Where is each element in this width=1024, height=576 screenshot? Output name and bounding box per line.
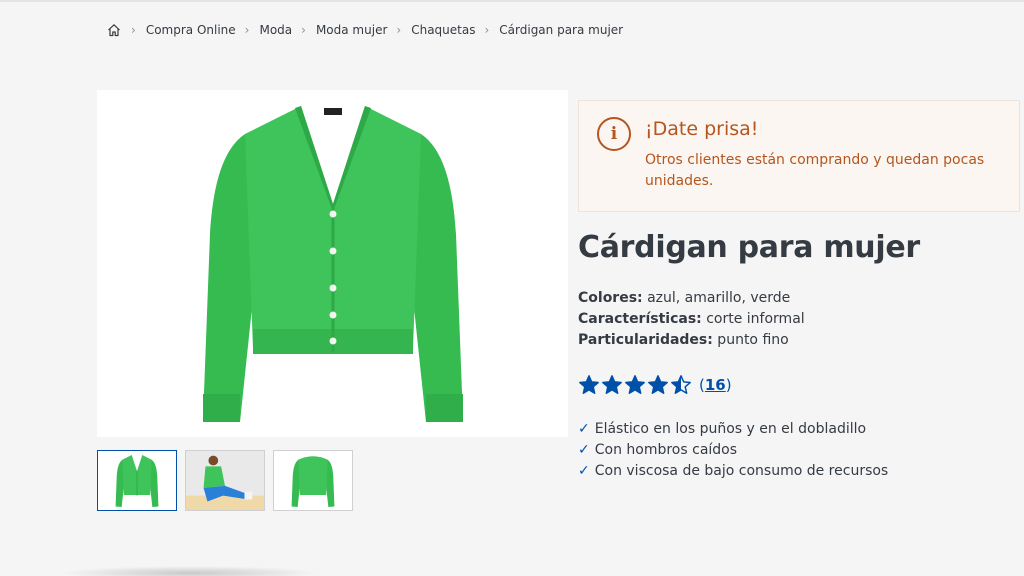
breadcrumb-moda[interactable]: Moda: [259, 23, 292, 37]
page-title: Cárdigan para mujer: [578, 230, 920, 265]
hurry-title: ¡Date prisa!: [645, 118, 759, 140]
product-main-image[interactable]: [97, 90, 568, 437]
review-count-link[interactable]: 16: [705, 376, 726, 394]
star-icon: [602, 375, 622, 394]
review-count[interactable]: (16): [699, 376, 732, 394]
check-icon: ✓: [578, 421, 590, 437]
breadcrumb-separator: ›: [301, 23, 306, 37]
feature-item: ✓ Elástico en los puños y en el dobladill…: [578, 419, 888, 440]
star-icon: [579, 375, 599, 394]
cardigan-thumb-image: [115, 454, 159, 507]
attribute-key: Particularidades:: [578, 332, 713, 348]
home-icon[interactable]: [106, 22, 122, 38]
star-icon: [671, 375, 691, 394]
attribute-value: punto fino: [712, 332, 789, 348]
star-icon: [625, 375, 645, 394]
thumbnail-1[interactable]: [97, 450, 177, 511]
thumbnail-2[interactable]: [185, 450, 265, 511]
rating-stars[interactable]: [578, 374, 693, 396]
breadcrumb: › Compra Online › Moda › Moda mujer › Ch…: [106, 22, 623, 38]
check-icon: ✓: [578, 442, 590, 458]
thumbnail-strip: [97, 450, 353, 511]
star-icon: [648, 375, 668, 394]
feature-text: Con hombros caídos: [594, 442, 738, 458]
breadcrumb-current: Cárdigan para mujer: [499, 23, 624, 37]
hurry-text: Otros clientes están comprando y quedan …: [645, 152, 985, 189]
breadcrumb-moda-mujer[interactable]: Moda mujer: [316, 23, 387, 37]
feature-item: ✓ Con hombros caídos: [578, 440, 888, 461]
feature-text: Elástico en los puños y en el dobladillo: [594, 421, 867, 437]
cardigan-image: [202, 105, 463, 422]
info-icon: i: [597, 117, 631, 151]
breadcrumb-separator: ›: [484, 23, 490, 37]
breadcrumb-separator: ›: [244, 23, 250, 37]
feature-text: Con viscosa de bajo consumo de recursos: [594, 463, 889, 479]
cardigan-back-image: [291, 455, 335, 507]
product-rating: (16): [578, 374, 732, 396]
breadcrumb-chaquetas[interactable]: Chaquetas: [411, 23, 475, 37]
thumbnail-3[interactable]: [273, 450, 353, 511]
product-attributes: Colores: azul, amarillo, verde Caracterí…: [578, 288, 805, 351]
attribute-key: Características:: [578, 311, 702, 327]
top-divider: [0, 0, 1024, 2]
check-icon: ✓: [578, 463, 590, 479]
bottom-shadow: [60, 566, 320, 576]
feature-list: ✓ Elástico en los puños y en el dobladill…: [578, 419, 888, 482]
attribute-value: azul, amarillo, verde: [642, 290, 791, 306]
hurry-notice: i ¡Date prisa! Otros clientes están comp…: [578, 100, 1020, 212]
breadcrumb-separator: ›: [396, 23, 402, 37]
attribute-value: corte informal: [701, 311, 805, 327]
breadcrumb-separator: ›: [131, 23, 136, 37]
breadcrumb-compra-online[interactable]: Compra Online: [146, 23, 236, 37]
feature-item: ✓ Con viscosa de bajo consumo de recursos: [578, 461, 888, 482]
model-photo-image: [186, 451, 264, 510]
attribute-features: Características: corte informal: [578, 309, 805, 330]
attribute-particularities: Particularidades: punto fino: [578, 330, 805, 351]
attribute-colors: Colores: azul, amarillo, verde: [578, 288, 805, 309]
attribute-key: Colores:: [578, 290, 643, 306]
review-count-close: ): [725, 376, 732, 394]
